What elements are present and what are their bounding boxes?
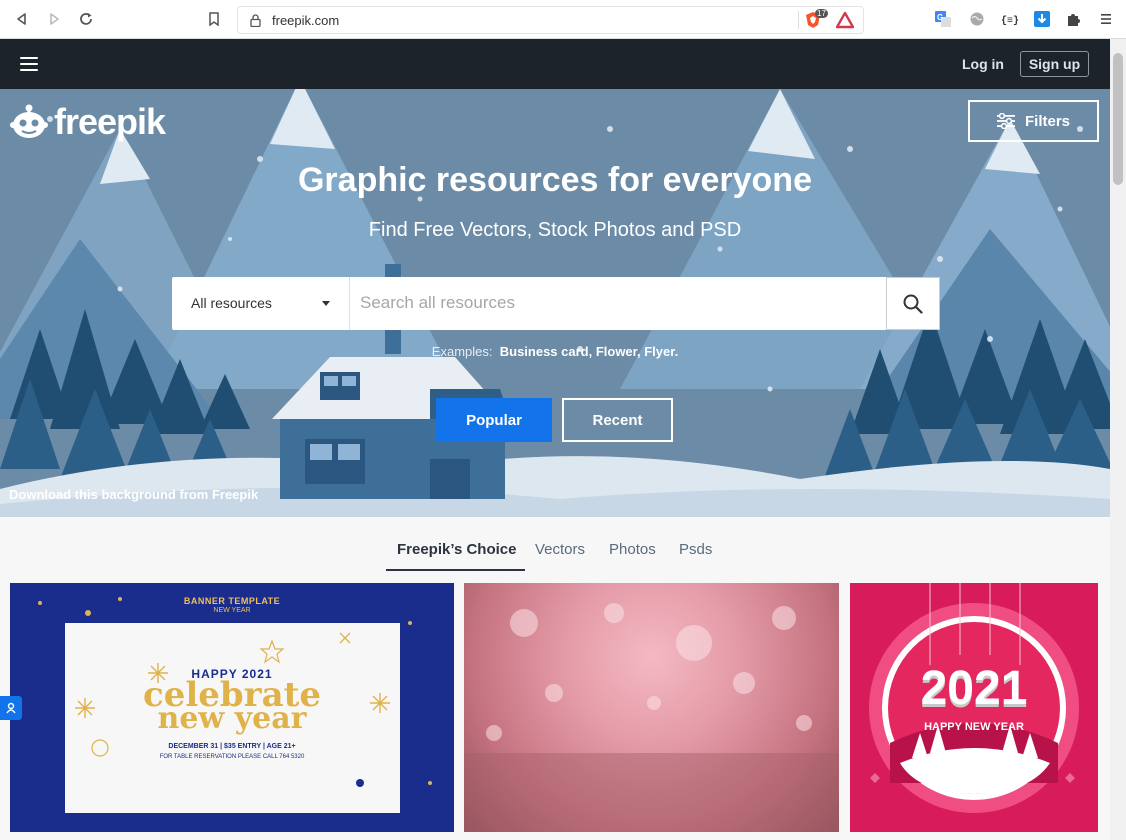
happy-new-year-caption: HAPPY NEW YEAR [924,721,1024,733]
background-credit-link[interactable]: Download this background from Freepik [9,487,258,502]
tab-photos[interactable]: Photos [609,541,656,558]
login-link[interactable]: Log in [962,56,1004,72]
json-extension-icon[interactable]: {≡} [1001,10,1019,28]
svg-text:{≡}: {≡} [1001,15,1019,26]
forward-icon[interactable] [44,9,64,29]
download-extension-icon[interactable] [1033,10,1051,28]
address-bar[interactable]: freepik.com 17 [237,6,864,34]
resource-grid: BANNER TEMPLATE NEW YEAR HAPPY 2021 cele… [0,571,1110,840]
year-2021-text: 2021 [920,662,1028,715]
resource-card-2021-new-year[interactable]: 2021 HAPPY NEW YEAR [850,583,1098,832]
divider [798,11,799,29]
brave-shield-icon[interactable]: 17 [804,9,828,31]
filters-label: Filters [1024,112,1070,130]
search-examples: Examples: Business card, Flower, Flyer. [0,344,1110,359]
svg-text:G: G [937,13,943,22]
user-icon [6,702,16,714]
banner-reservation: FOR TABLE RESERVATION PLEASE CALL 764 53… [159,754,305,760]
brave-rewards-icon[interactable] [835,11,855,34]
content-tabs: Freepik’s Choice Vectors Photos Psds [0,517,1110,571]
hero-banner: freepik Filters Graphic resources for ev… [0,89,1110,517]
tab-psds[interactable]: Psds [679,541,712,558]
extensions-puzzle-icon[interactable] [1065,10,1083,28]
logo-text: freepik [54,101,166,142]
browser-menu-icon[interactable] [1097,10,1115,28]
search-bar: All resources [172,277,940,330]
globe-extension-icon[interactable] [968,10,986,28]
banner-header-sub: NEW YEAR [213,607,251,614]
search-icon [903,294,923,314]
signup-button[interactable]: Sign up [1020,51,1089,77]
banner-new-year-text: new year [157,701,307,736]
chevron-down-icon [322,301,330,306]
resource-card-banner-template[interactable]: BANNER TEMPLATE NEW YEAR HAPPY 2021 cele… [10,583,454,832]
tab-freepiks-choice[interactable]: Freepik’s Choice [397,541,517,558]
sliders-icon [996,113,1015,129]
popular-button[interactable]: Popular [436,398,552,442]
resource-type-dropdown[interactable]: All resources [172,277,350,330]
shield-count-badge: 17 [815,9,828,18]
back-icon[interactable] [12,9,32,29]
scrollbar-thumb[interactable] [1113,53,1123,185]
banner-details: DECEMBER 31 | $35 ENTRY | AGE 21+ [168,743,296,750]
user-feedback-tab[interactable] [0,696,22,720]
hero-title: Graphic resources for everyone [297,161,812,199]
site-header: Log in Sign up [0,39,1110,89]
page-scrollbar[interactable] [1110,39,1126,840]
browser-toolbar: freepik.com 17 G {≡} [0,0,1126,39]
translate-extension-icon[interactable]: G [934,10,952,28]
examples-label: Examples: [431,344,493,359]
recent-button[interactable]: Recent [562,398,673,442]
hamburger-menu-icon[interactable] [20,57,38,71]
filters-button[interactable]: Filters [968,100,1099,142]
reload-icon[interactable] [76,9,96,29]
banner-header: BANNER TEMPLATE [183,596,281,606]
search-input[interactable] [360,286,880,320]
freepik-logo[interactable]: freepik [10,101,166,143]
search-button[interactable] [886,277,940,330]
resource-type-value: All resources [191,295,272,311]
examples-links[interactable]: Business card, Flower, Flyer. [500,344,678,359]
resource-card-pink-glitter-photo[interactable] [464,583,839,832]
hero-subtitle: Find Free Vectors, Stock Photos and PSD [368,219,742,241]
bookmark-icon[interactable] [204,9,224,29]
url-text: freepik.com [272,13,340,28]
lock-icon [250,14,261,32]
tab-vectors[interactable]: Vectors [535,541,585,558]
glitter-bokeh-image [464,603,839,832]
freepik-mascot-icon [10,104,48,138]
